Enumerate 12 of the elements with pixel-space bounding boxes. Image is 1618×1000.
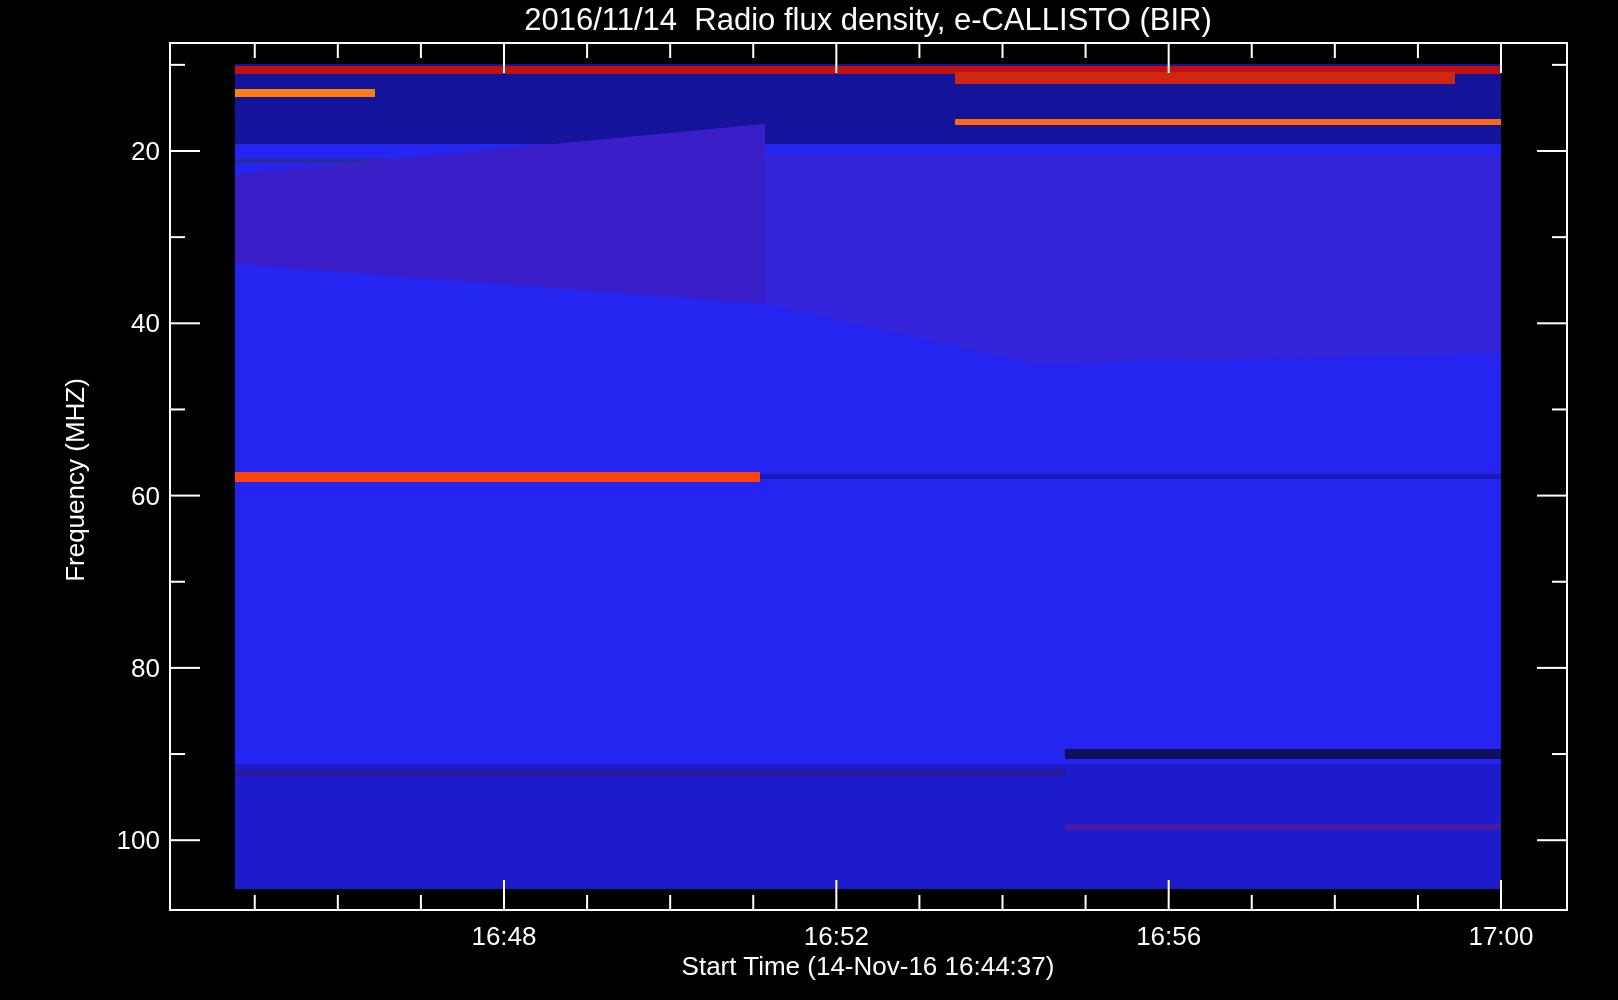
tick-label: 80 xyxy=(131,652,160,683)
tick-label: 20 xyxy=(131,136,160,166)
tick-label: 16:56 xyxy=(1136,921,1202,951)
chart-title: 2016/11/14 Radio flux density, e-CALLISTO (BIR) xyxy=(524,2,1212,37)
tick-label: 16:48 xyxy=(471,921,537,951)
tick-label: 100 xyxy=(116,825,160,856)
tick-label: 17:00 xyxy=(1468,921,1534,951)
x-axis-label: Start Time (14-Nov-16 16:44:37) xyxy=(681,951,1055,981)
y-axis-label: Frequency (MHZ) xyxy=(60,378,90,582)
tick-label: 40 xyxy=(131,308,160,339)
tick-label: 16:52 xyxy=(803,921,869,951)
tick-label: 60 xyxy=(131,480,160,511)
